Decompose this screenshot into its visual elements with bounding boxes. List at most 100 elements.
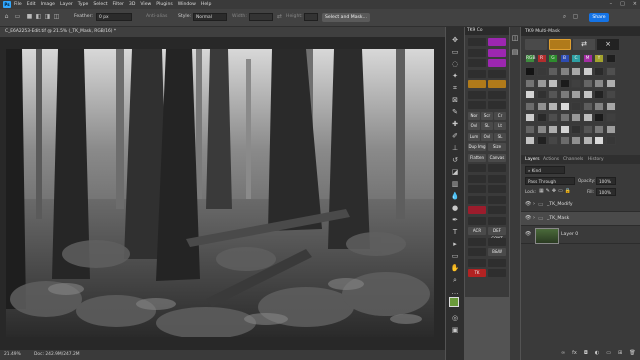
tk9-button[interactable]: DEF CONT: [488, 227, 506, 241]
menu-file[interactable]: File: [14, 0, 22, 9]
feather-input[interactable]: 0 px: [96, 13, 132, 21]
mask-thumbnail[interactable]: [525, 101, 535, 111]
screen-mode-icon[interactable]: ▣: [450, 325, 460, 335]
crop-tool-icon[interactable]: ⌗: [450, 83, 460, 93]
channel-button[interactable]: B: [559, 54, 570, 63]
channel-button[interactable]: Y: [594, 54, 604, 63]
tk9-button[interactable]: SL: [494, 132, 506, 141]
panel-icon-1[interactable]: ◫: [510, 33, 520, 43]
rectangle-tool-icon[interactable]: ▭: [450, 251, 460, 261]
tk9-button[interactable]: Dup Img: [468, 143, 486, 151]
tk9-button[interactable]: [488, 101, 506, 109]
tk9-button[interactable]: SL: [481, 122, 493, 130]
mask-thumbnail[interactable]: [582, 113, 593, 122]
tk9-button[interactable]: [488, 269, 506, 277]
expand-chevron-icon[interactable]: ›: [533, 215, 535, 221]
channel-button[interactable]: M: [582, 54, 593, 63]
mask-thumbnail[interactable]: [559, 113, 570, 122]
foreground-color-swatch[interactable]: [449, 297, 459, 307]
new-layer-icon[interactable]: ⊞: [618, 350, 622, 356]
channel-button[interactable]: G: [548, 54, 558, 63]
lock-icons[interactable]: ▦✎✥▭🔒: [539, 188, 573, 194]
menu-layer[interactable]: Layer: [60, 0, 73, 9]
fill-input[interactable]: 100%: [596, 188, 616, 196]
mask-thumbnail[interactable]: [559, 124, 570, 134]
forest-photo[interactable]: [6, 49, 434, 337]
layer-row-selected[interactable]: 👁 › ▭ _TK_Mask: [521, 212, 640, 226]
adjustment-layer-icon[interactable]: ◐: [595, 350, 599, 356]
mask-thumbnail[interactable]: [536, 78, 547, 88]
select-and-mask-button[interactable]: Select and Mask...: [322, 13, 370, 22]
menu-view[interactable]: View: [140, 0, 151, 9]
tab-actions[interactable]: Actions: [543, 157, 559, 162]
tk9-button[interactable]: Cr: [494, 111, 506, 120]
mask-thumbnail[interactable]: [571, 113, 581, 122]
layer-name[interactable]: _TK_Modify: [547, 202, 573, 207]
panel-icon-2[interactable]: ▤: [510, 47, 520, 57]
layer-filter-kind[interactable]: ⌕ Kind: [525, 166, 565, 174]
tk9-button[interactable]: [488, 90, 506, 99]
visibility-eye-icon[interactable]: 👁: [525, 201, 531, 207]
mask-thumbnail[interactable]: [605, 67, 616, 76]
menu-image[interactable]: Image: [41, 0, 55, 9]
selection-subtract-icon[interactable]: ◨: [44, 13, 51, 20]
swap-dimensions-icon[interactable]: ⇄: [276, 13, 283, 20]
mask-thumbnail[interactable]: [571, 136, 581, 145]
delete-layer-icon[interactable]: 🗑: [629, 350, 635, 356]
mask-thumbnail[interactable]: [536, 136, 547, 145]
menu-filter[interactable]: Filter: [113, 0, 124, 9]
height-input[interactable]: [304, 13, 318, 21]
mask-thumbnail[interactable]: [548, 78, 558, 88]
close-window-button[interactable]: ×: [633, 0, 637, 9]
antialias-checkbox[interactable]: Anti-alias: [146, 14, 167, 19]
search-icon[interactable]: ⌕: [561, 13, 568, 20]
mask-thumbnail[interactable]: [594, 90, 604, 99]
mask-thumbnail[interactable]: [571, 78, 581, 88]
mask-thumbnail[interactable]: [582, 101, 593, 111]
tk9-button[interactable]: [488, 38, 506, 46]
blend-mode-select[interactable]: Pass Through: [525, 177, 575, 185]
mask-thumbnail[interactable]: [548, 67, 558, 76]
mask-thumbnail[interactable]: [582, 78, 593, 88]
selection-new-icon[interactable]: ■: [26, 13, 33, 20]
mask-thumbnail[interactable]: [594, 113, 604, 122]
tk9-button[interactable]: [488, 185, 506, 193]
mask-thumbnail[interactable]: [582, 124, 593, 134]
tk9-button[interactable]: [468, 195, 486, 204]
tk9-button[interactable]: [488, 174, 506, 183]
mask-thumbnail[interactable]: [605, 124, 616, 134]
mask-thumbnail[interactable]: [525, 90, 535, 99]
move-tool-icon[interactable]: ✥: [450, 35, 460, 45]
mask-thumbnail[interactable]: [548, 136, 558, 145]
mask-thumbnail[interactable]: [571, 101, 581, 111]
menu-plugins[interactable]: Plugins: [156, 0, 172, 9]
eraser-tool-icon[interactable]: ◪: [450, 167, 460, 177]
tk9-button[interactable]: [468, 59, 486, 67]
mask-thumbnail[interactable]: [548, 124, 558, 134]
quick-mask-icon[interactable]: ◎: [450, 313, 460, 323]
layer-row[interactable]: 👁 Layer 0: [521, 226, 640, 244]
marquee-tool-icon[interactable]: ▭: [14, 13, 21, 20]
tk9-button[interactable]: [468, 185, 486, 193]
tk9-button[interactable]: [468, 248, 486, 256]
channel-button[interactable]: RGB: [525, 54, 535, 63]
tk9-button[interactable]: [468, 48, 486, 57]
tk9-button[interactable]: Scr: [481, 111, 493, 120]
mask-thumbnail[interactable]: [536, 67, 547, 76]
minimize-button[interactable]: –: [610, 0, 613, 9]
home-icon[interactable]: ⌂: [3, 13, 10, 20]
mask-thumbnail[interactable]: [525, 136, 535, 145]
mask-thumbnail[interactable]: [605, 101, 616, 111]
mask-preview-button[interactable]: [525, 39, 547, 50]
tk9-button[interactable]: Nor: [468, 111, 480, 120]
expand-chevron-icon[interactable]: ›: [533, 201, 535, 207]
tab-layers[interactable]: Layers: [525, 157, 540, 162]
tk9-button[interactable]: [488, 48, 506, 57]
mask-thumbnail[interactable]: [571, 90, 581, 99]
tk9-button[interactable]: [468, 164, 486, 172]
mask-thumbnail[interactable]: [548, 101, 558, 111]
mask-thumbnail[interactable]: [594, 67, 604, 76]
tk9-button[interactable]: Lt: [494, 122, 506, 130]
share-button[interactable]: Share: [589, 13, 609, 22]
magic-wand-tool-icon[interactable]: ✦: [450, 71, 460, 81]
